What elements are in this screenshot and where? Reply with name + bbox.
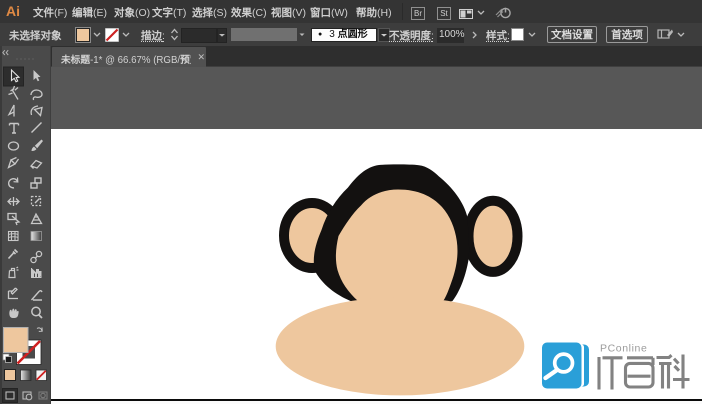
svg-text:PConline: PConline <box>600 343 647 355</box>
